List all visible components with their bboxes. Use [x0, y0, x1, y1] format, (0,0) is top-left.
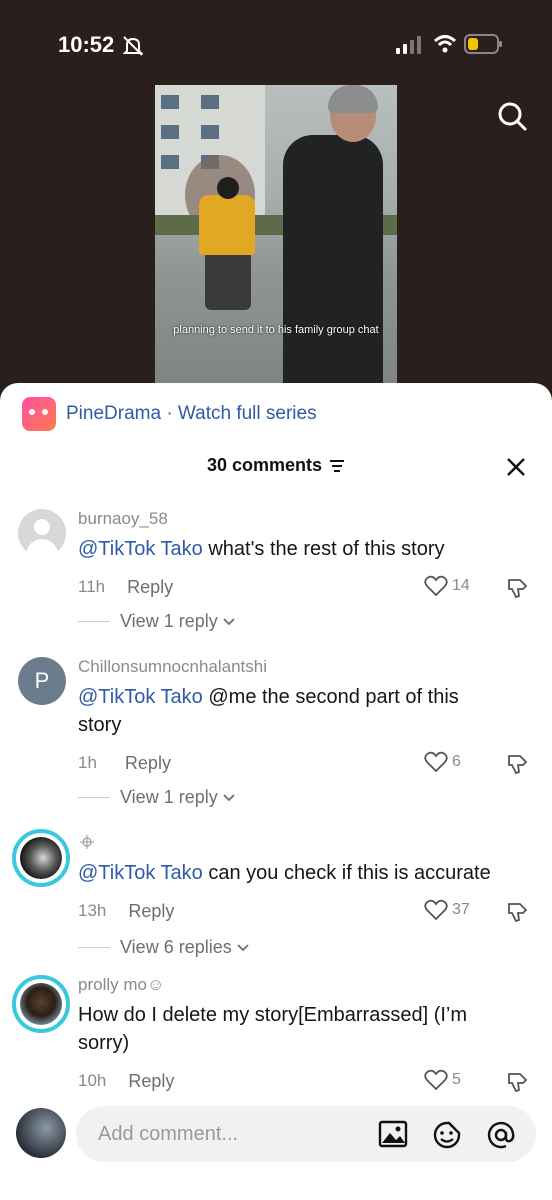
comment-input[interactable]: Add comment... [76, 1106, 536, 1162]
comment-time: 10h [78, 1071, 107, 1090]
at-icon[interactable] [486, 1120, 516, 1150]
man-hair [328, 85, 378, 113]
comment-username[interactable]: Chillonsumnocnhalantshi [78, 657, 267, 677]
view-replies-label: View 6 replies [120, 937, 232, 957]
comment-item: burnaoy_58 @TikTok Tako what's the rest … [0, 507, 552, 637]
comment-composer: Add comment... [0, 1104, 552, 1200]
signal-icon [396, 36, 421, 54]
avatar[interactable]: P [18, 657, 66, 705]
like-button[interactable]: 14 [424, 575, 470, 597]
comment-text: @TikTok Tako what's the rest of this sto… [78, 535, 528, 563]
comment-meta: 13h Reply [78, 901, 174, 922]
mute-icon [122, 36, 144, 56]
heart-icon [424, 899, 448, 921]
reply-button[interactable]: Reply [128, 901, 174, 922]
search-icon[interactable] [496, 100, 528, 132]
divider-line [78, 621, 110, 622]
view-replies-label: View 1 reply [120, 787, 218, 807]
avatar[interactable] [12, 975, 70, 1033]
like-count: 37 [452, 901, 470, 918]
mention-link[interactable]: @TikTok Tako [78, 686, 203, 708]
comments-sheet: PineDrama · Watch full series 30 comment… [0, 383, 552, 1200]
like-button[interactable]: 37 [424, 899, 470, 921]
comment-body: can you check if this is accurate [202, 862, 491, 884]
comment-username[interactable]: prolly mo☺ [78, 975, 164, 995]
divider-line [78, 797, 110, 798]
chevron-down-icon [223, 617, 235, 625]
heart-icon [424, 1069, 448, 1091]
comment-count-label: 30 comments [206, 455, 323, 475]
dislike-icon[interactable] [506, 901, 530, 923]
status-time: 10:52 [58, 32, 115, 57]
filter-icon[interactable] [329, 459, 345, 473]
promo-link[interactable]: PineDrama · Watch full series [66, 403, 317, 425]
like-button[interactable]: 6 [424, 751, 461, 773]
dislike-icon[interactable] [506, 1071, 530, 1093]
comment-body: How do I delete my story[Embarrassed] (I… [78, 1004, 468, 1054]
view-replies[interactable]: View 1 reply [78, 611, 236, 632]
chevron-down-icon [237, 943, 249, 951]
view-replies-label: View 1 reply [120, 611, 218, 631]
like-count: 14 [452, 577, 470, 594]
comment-meta: 10h Reply [78, 1071, 174, 1092]
heart-icon [424, 751, 448, 773]
comment-count[interactable]: 30 comments [0, 455, 552, 476]
comment-item: prolly mo☺ How do I delete my story[Emba… [0, 975, 552, 1105]
comment-username[interactable]: burnaoy_58 [78, 509, 168, 529]
promo-banner[interactable]: PineDrama · Watch full series [22, 397, 317, 431]
pinedrama-logo [22, 397, 56, 431]
scooter [205, 250, 251, 310]
like-count: 6 [452, 753, 461, 770]
comments-header: 30 comments [0, 455, 552, 485]
reply-button[interactable]: Reply [125, 753, 171, 774]
wifi-icon [433, 35, 457, 53]
emoji-icon[interactable] [432, 1120, 462, 1150]
video-player[interactable]: planning to send it to his family group … [155, 85, 397, 400]
reply-button[interactable]: Reply [128, 1071, 174, 1092]
comment-text: How do I delete my story[Embarrassed] (I… [78, 1001, 518, 1057]
comment-time: 1h [78, 753, 97, 772]
comment-meta: 1h Reply [78, 753, 171, 774]
mention-link[interactable]: @TikTok Tako [78, 862, 203, 884]
close-icon[interactable] [506, 457, 526, 477]
video-area[interactable]: 10:52 planning to send it to his family … [0, 0, 552, 400]
divider-line [78, 947, 110, 948]
avatar-letter: P [34, 668, 50, 693]
comment-time: 13h [78, 901, 107, 920]
like-button[interactable]: 5 [424, 1069, 461, 1091]
video-caption: planning to send it to his family group … [173, 324, 379, 336]
comment-item: P Chillonsumnocnhalantshi @TikTok Tako @… [0, 655, 552, 815]
dislike-icon[interactable] [506, 577, 530, 599]
comment-text: @TikTok Tako can you check if this is ac… [78, 859, 528, 887]
man-in-suit [283, 135, 383, 400]
comment-body: what's the rest of this story [202, 538, 445, 560]
avatar[interactable] [12, 829, 70, 887]
view-replies[interactable]: View 6 replies [78, 937, 250, 958]
comment-text: @TikTok Tako @me the second part of this… [78, 683, 498, 739]
battery-icon [464, 34, 502, 54]
location-marker-icon [80, 835, 94, 849]
view-replies[interactable]: View 1 reply [78, 787, 236, 808]
heart-icon [424, 575, 448, 597]
mention-link[interactable]: @TikTok Tako [78, 538, 203, 560]
my-avatar[interactable] [16, 1108, 66, 1158]
chevron-down-icon [223, 793, 235, 801]
avatar[interactable] [18, 509, 66, 557]
reply-button[interactable]: Reply [127, 577, 173, 598]
comment-item: @TikTok Tako can you check if this is ac… [0, 829, 552, 969]
like-count: 5 [452, 1071, 461, 1088]
image-icon[interactable] [378, 1120, 408, 1148]
delivery-rider [199, 195, 255, 255]
dislike-icon[interactable] [506, 753, 530, 775]
comment-meta: 11h Reply [78, 577, 173, 598]
comment-input-placeholder: Add comment... [98, 1123, 239, 1145]
comment-time: 11h [78, 577, 106, 596]
helmet [217, 177, 239, 199]
